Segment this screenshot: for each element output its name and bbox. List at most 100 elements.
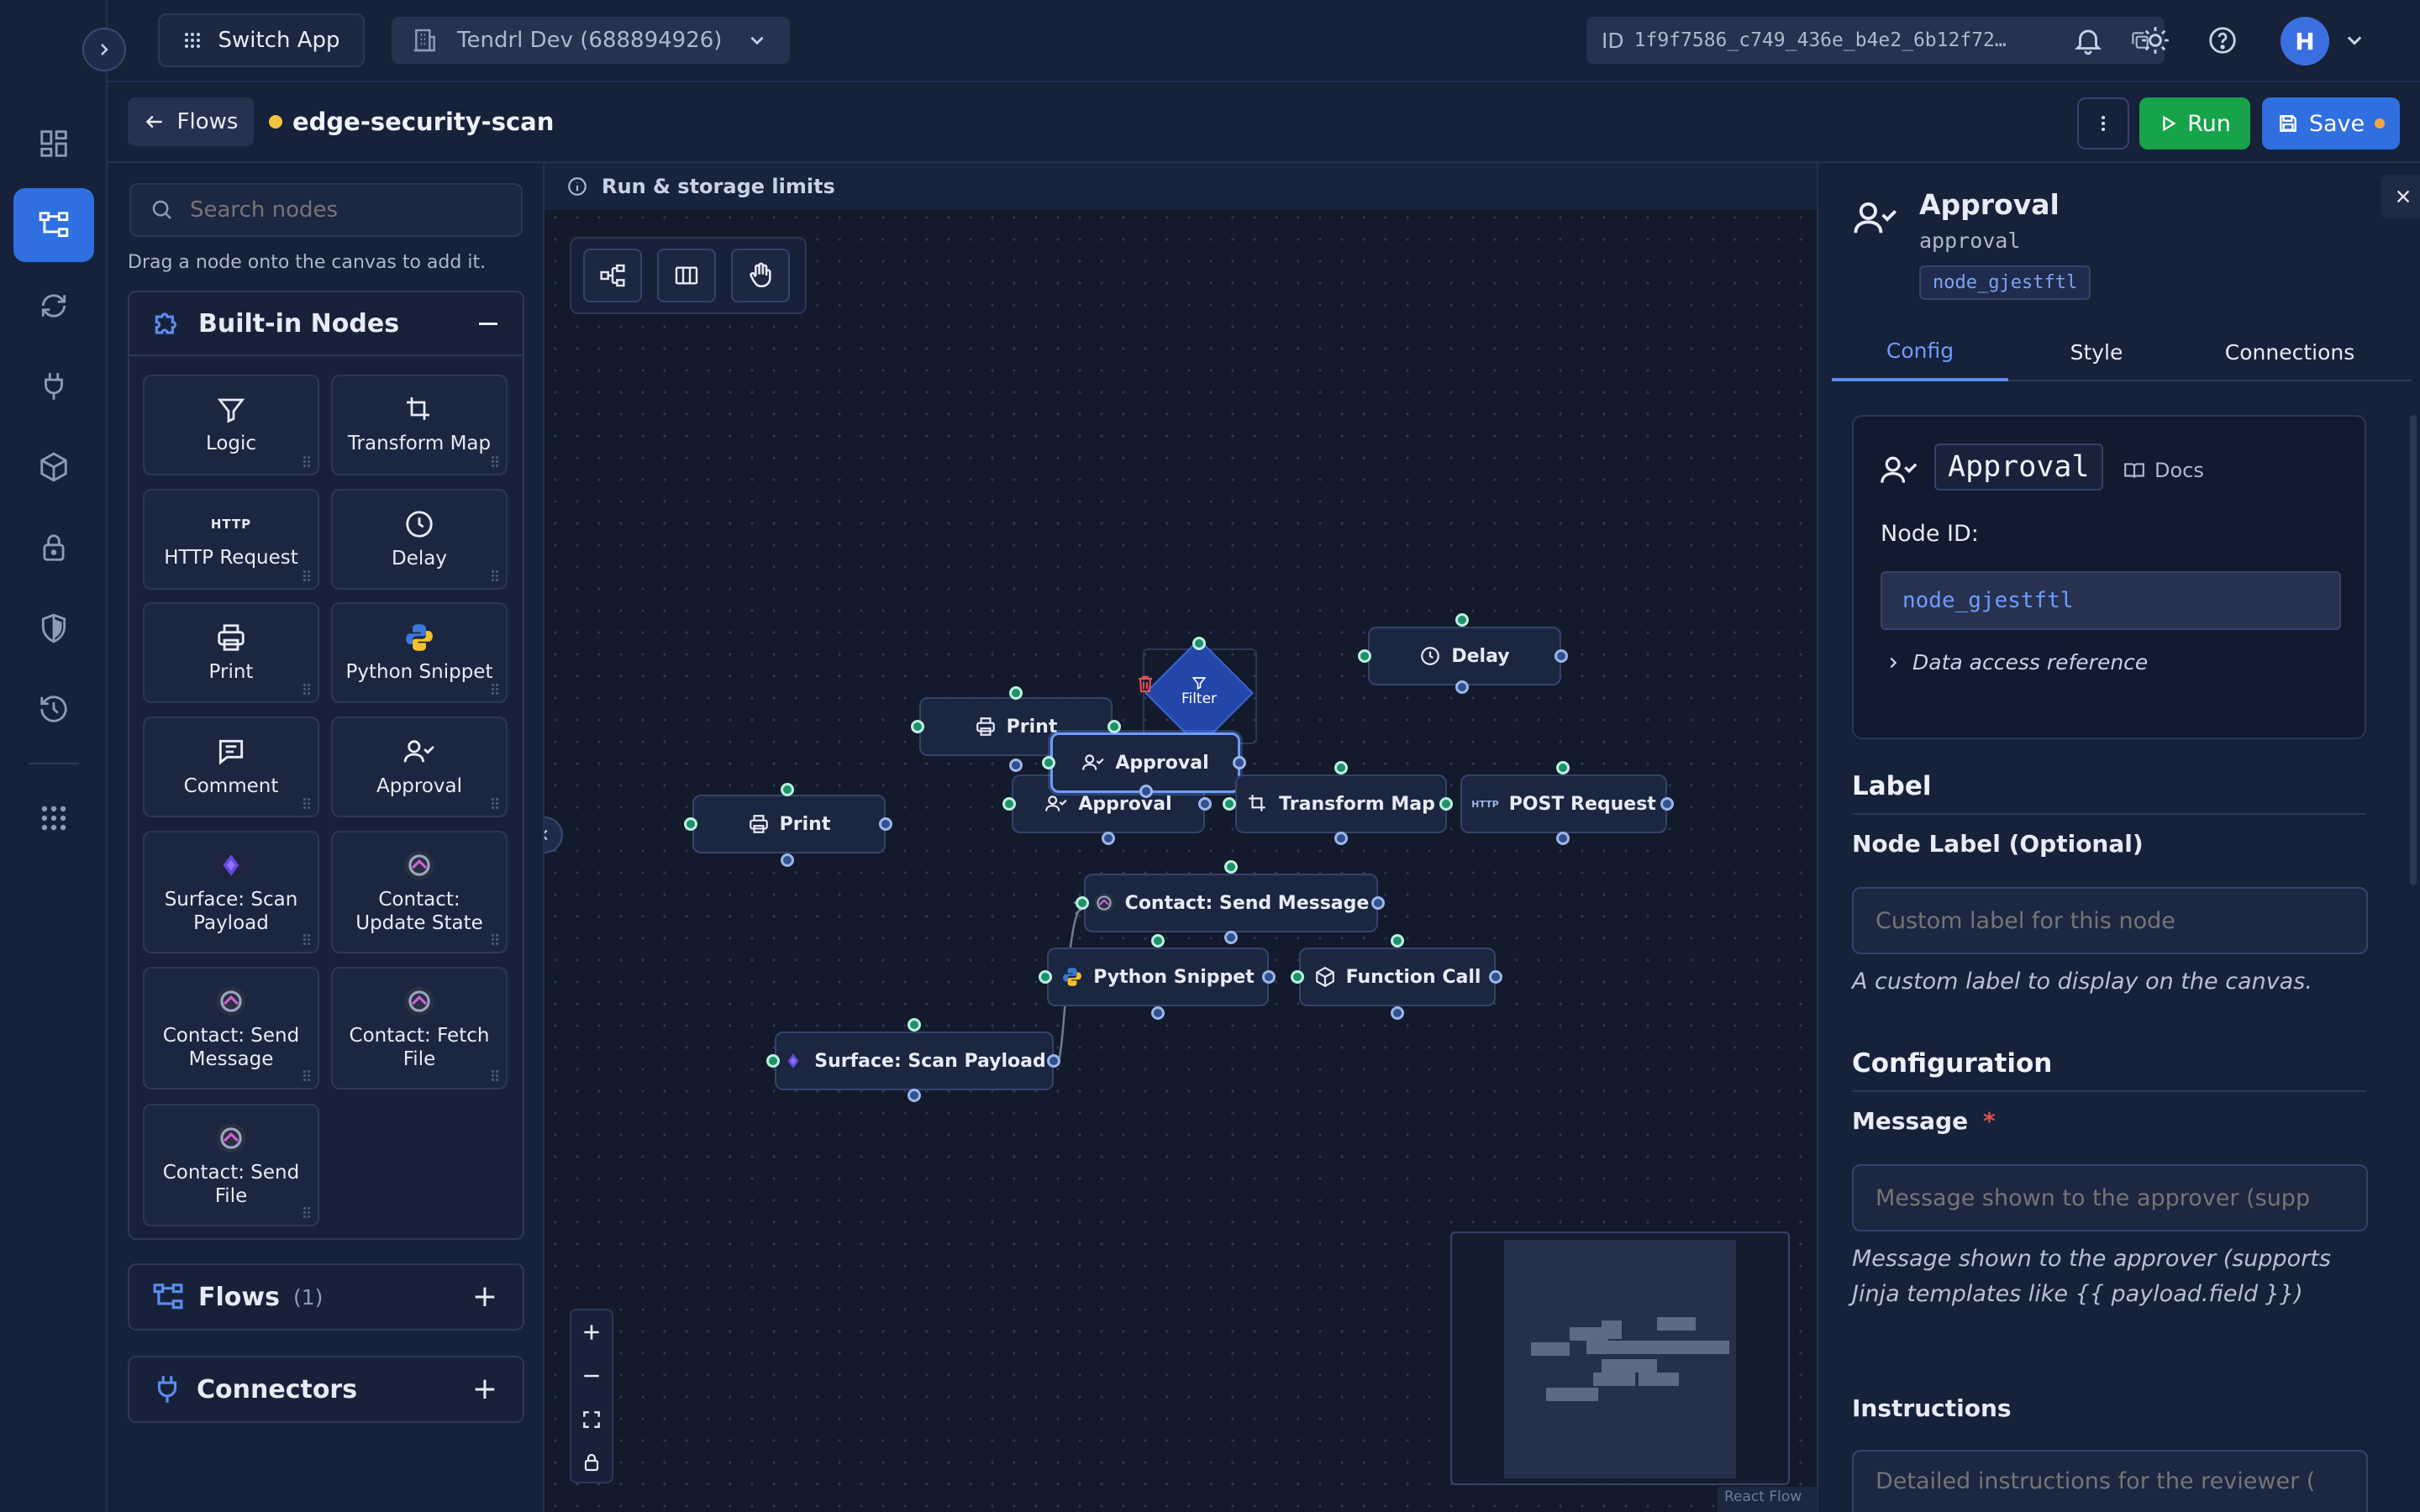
- handle[interactable]: [1224, 860, 1238, 874]
- handle[interactable]: [1358, 649, 1371, 663]
- handle[interactable]: [1223, 797, 1236, 811]
- save-button[interactable]: Save: [2262, 97, 2400, 150]
- handle[interactable]: [1151, 934, 1165, 948]
- drag-handle[interactable]: [491, 797, 499, 809]
- handle[interactable]: [1224, 931, 1238, 944]
- palette-node-approval[interactable]: Approval: [331, 717, 508, 817]
- drag-handle[interactable]: [491, 1069, 499, 1081]
- handle[interactable]: [1334, 761, 1348, 774]
- tab-config[interactable]: Config: [1832, 323, 2008, 381]
- rail-flows[interactable]: [13, 188, 94, 262]
- react-flow-attribution[interactable]: React Flow: [1718, 1487, 1817, 1512]
- lock-view-button[interactable]: [571, 1441, 612, 1483]
- palette-node-comment[interactable]: Comment: [143, 717, 319, 817]
- fit-view-button[interactable]: [571, 1398, 612, 1441]
- canvas-node-python-snippet[interactable]: Python Snippet: [1047, 948, 1269, 1006]
- handle[interactable]: [1192, 637, 1206, 650]
- handle[interactable]: [1556, 761, 1570, 774]
- search-input[interactable]: [190, 197, 509, 223]
- handle[interactable]: [1439, 797, 1453, 811]
- handle[interactable]: [1047, 1054, 1060, 1068]
- zoom-out-button[interactable]: [571, 1354, 612, 1398]
- node-label-input[interactable]: [1852, 887, 2368, 954]
- data-access-toggle[interactable]: Data access reference: [1886, 650, 2148, 675]
- handle[interactable]: [1198, 797, 1212, 811]
- connectors-section[interactable]: Connectors +: [128, 1356, 524, 1423]
- more-options-button[interactable]: [2077, 97, 2129, 150]
- handle[interactable]: [1262, 970, 1276, 984]
- run-button[interactable]: Run: [2139, 97, 2250, 150]
- handle[interactable]: [781, 853, 794, 867]
- handle[interactable]: [1076, 896, 1089, 910]
- search-nodes[interactable]: [129, 183, 523, 237]
- instructions-input[interactable]: [1852, 1450, 2368, 1512]
- palette-node-delay[interactable]: Delay: [331, 489, 508, 590]
- palette-node-print[interactable]: Print: [143, 602, 319, 703]
- handle[interactable]: [1391, 934, 1404, 948]
- palette-node-logic[interactable]: Logic: [143, 375, 319, 475]
- builtin-nodes-header[interactable]: Built-in Nodes: [129, 292, 523, 356]
- docs-link[interactable]: Docs: [2123, 459, 2204, 482]
- handle[interactable]: [1039, 970, 1052, 984]
- handle[interactable]: [1371, 896, 1385, 910]
- rail-security[interactable]: [13, 591, 94, 665]
- flow-canvas[interactable]: Run & storage limits Filter Delay Print …: [544, 163, 1817, 1512]
- node-label-field[interactable]: [1876, 907, 2346, 934]
- rail-dashboard[interactable]: [13, 107, 94, 181]
- drag-handle[interactable]: [302, 933, 311, 945]
- handle[interactable]: [1455, 680, 1469, 694]
- drag-handle[interactable]: [302, 455, 311, 467]
- trash-icon[interactable]: [1135, 673, 1155, 695]
- node-id-field[interactable]: node_gjestftl: [1881, 571, 2341, 630]
- drag-handle[interactable]: [302, 1206, 311, 1218]
- zoom-in-button[interactable]: [571, 1310, 612, 1354]
- avatar[interactable]: H: [2281, 17, 2329, 66]
- minimap[interactable]: [1450, 1231, 1790, 1485]
- add-connector-icon[interactable]: +: [472, 1374, 497, 1404]
- canvas-node-transform-map[interactable]: Transform Map: [1235, 774, 1447, 833]
- canvas-node-post-request[interactable]: HTTP POST Request: [1460, 774, 1667, 833]
- handle[interactable]: [1660, 797, 1674, 811]
- palette-node-transform-map[interactable]: Transform Map: [331, 375, 508, 475]
- palette-node-surface-scan[interactable]: Surface: Scan Payload: [143, 831, 319, 953]
- handle[interactable]: [1002, 797, 1016, 811]
- handle[interactable]: [766, 1054, 780, 1068]
- handle[interactable]: [1334, 832, 1348, 845]
- palette-node-python-snippet[interactable]: Python Snippet: [331, 602, 508, 703]
- flows-section[interactable]: Flows (1) +: [128, 1263, 524, 1331]
- palette-node-contact-send-message[interactable]: Contact: Send Message: [143, 967, 319, 1089]
- handle[interactable]: [1391, 1006, 1404, 1020]
- handle[interactable]: [684, 817, 697, 831]
- drag-handle[interactable]: [302, 570, 311, 581]
- rail-packages[interactable]: [13, 430, 94, 504]
- message-field[interactable]: [1876, 1184, 2346, 1211]
- rail-history[interactable]: [13, 672, 94, 746]
- handle[interactable]: [1139, 785, 1153, 798]
- handle[interactable]: [1291, 970, 1304, 984]
- palette-node-contact-fetch-file[interactable]: Contact: Fetch File: [331, 967, 508, 1089]
- handle[interactable]: [1102, 832, 1115, 845]
- tab-style[interactable]: Style: [2008, 323, 2185, 381]
- bell-icon[interactable]: [2072, 24, 2104, 56]
- expand-rail-button[interactable]: [82, 28, 126, 71]
- org-selector[interactable]: Tendrl Dev (688894926): [392, 17, 790, 64]
- rail-more-apps[interactable]: [13, 781, 94, 855]
- close-inspector-button[interactable]: [2381, 175, 2420, 218]
- handle[interactable]: [879, 817, 892, 831]
- tab-connections[interactable]: Connections: [2185, 323, 2395, 381]
- canvas-node-surface-scan[interactable]: Surface: Scan Payload: [775, 1032, 1054, 1090]
- drag-handle[interactable]: [491, 933, 499, 945]
- drag-handle[interactable]: [302, 1069, 311, 1081]
- message-input[interactable]: [1852, 1164, 2368, 1231]
- rail-sync[interactable]: [13, 269, 94, 343]
- handle[interactable]: [1042, 756, 1055, 769]
- instructions-field[interactable]: [1876, 1468, 2346, 1494]
- switch-app-button[interactable]: Switch App: [158, 13, 365, 67]
- drag-handle[interactable]: [302, 797, 311, 809]
- flow-name[interactable]: edge-security-scan: [292, 108, 554, 136]
- canvas-node-contact-send-message[interactable]: Contact: Send Message: [1084, 874, 1378, 932]
- rail-connectors[interactable]: [13, 349, 94, 423]
- theme-toggle-icon[interactable]: [2139, 24, 2171, 56]
- drag-handle[interactable]: [491, 455, 499, 467]
- drag-handle[interactable]: [491, 570, 499, 581]
